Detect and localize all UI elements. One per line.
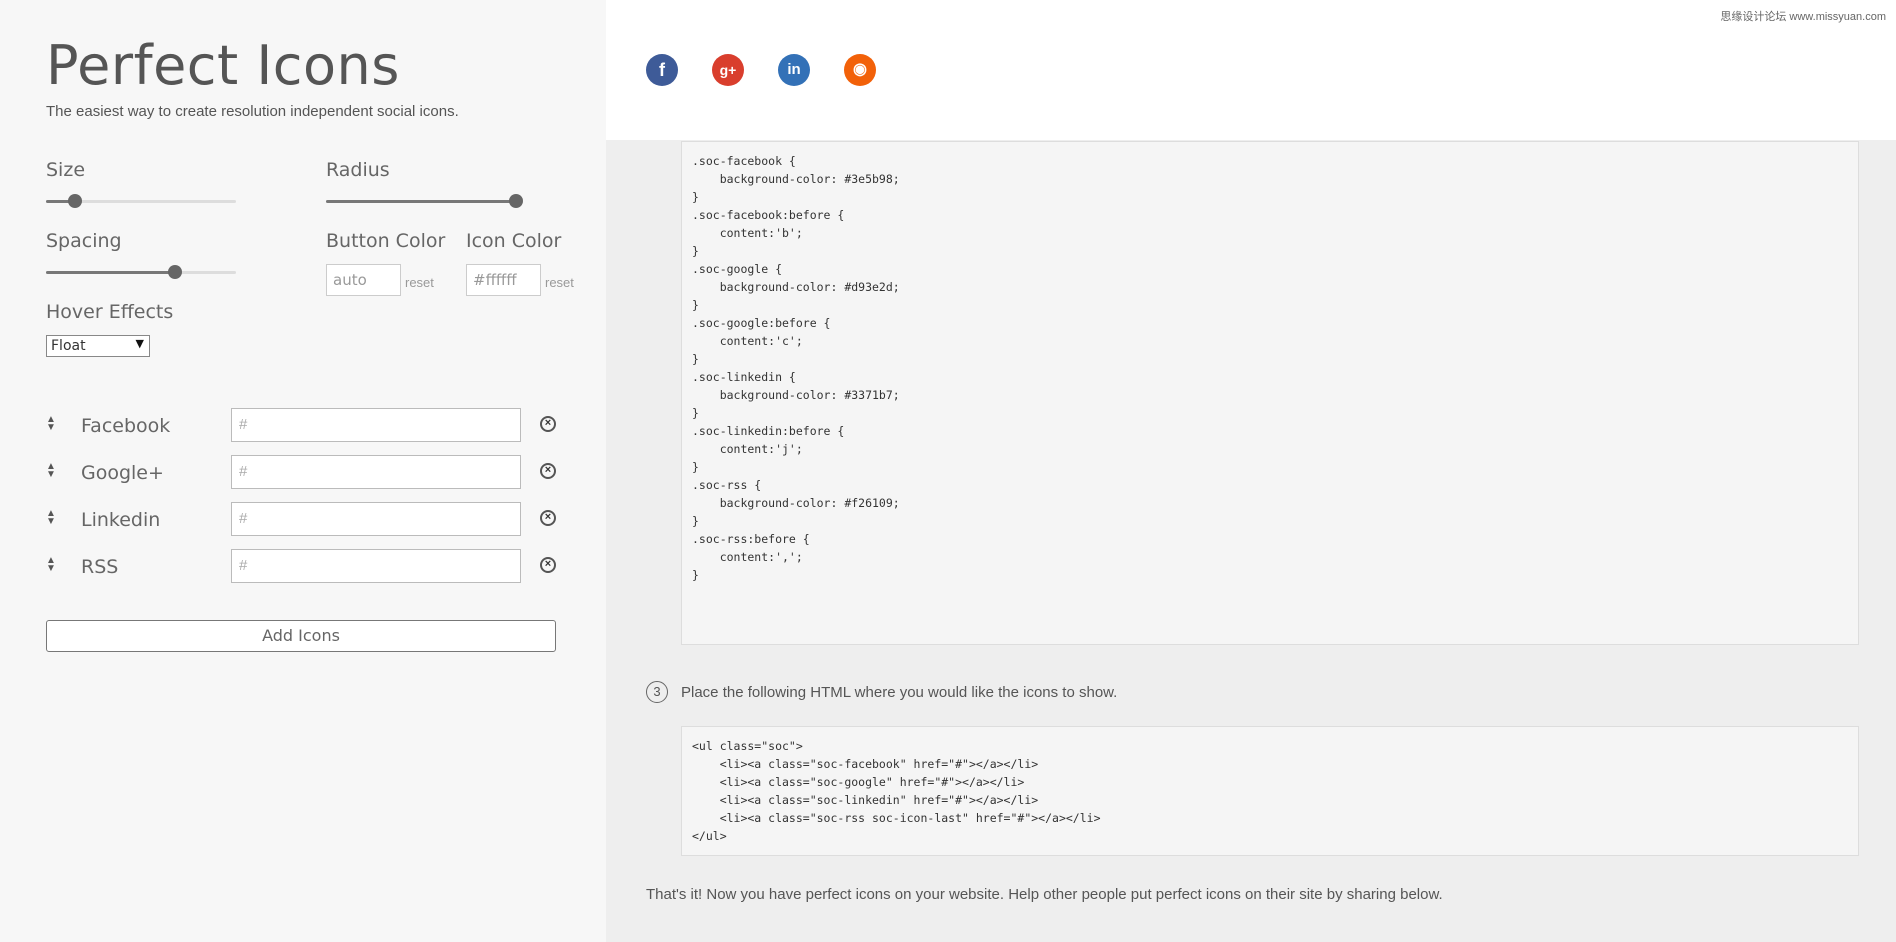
settings-panel: Perfect Icons The easiest way to create … — [0, 0, 606, 942]
icon-color-input[interactable]: #ffffff — [466, 264, 541, 296]
icon-color-label: Icon Color — [466, 230, 562, 252]
button-color-label: Button Color — [326, 230, 446, 252]
network-name-rss: RSS — [81, 556, 119, 578]
html-code-block[interactable]: <ul class="soc"> <li><a class="soc-faceb… — [681, 726, 1859, 856]
icon-color-reset-link[interactable]: reset — [545, 275, 574, 290]
page-subtitle: The easiest way to create resolution ind… — [46, 103, 459, 120]
button-color-reset-link[interactable]: reset — [405, 275, 434, 290]
radius-slider-handle[interactable] — [509, 194, 523, 208]
hover-effects-select[interactable]: Float ▼ — [46, 335, 150, 357]
spacing-slider[interactable] — [46, 265, 236, 279]
sort-handle-icon[interactable]: ▲ ▼ — [46, 462, 58, 480]
linkedin-url-input[interactable]: # — [231, 502, 521, 536]
sort-handle-icon[interactable]: ▲ ▼ — [46, 509, 58, 527]
remove-linkedin-icon[interactable]: × — [540, 510, 556, 526]
spacing-label: Spacing — [46, 230, 122, 252]
rss-url-input[interactable]: # — [231, 549, 521, 583]
network-name-google: Google+ — [81, 462, 164, 484]
radius-label: Radius — [326, 159, 390, 181]
remove-facebook-icon[interactable]: × — [540, 416, 556, 432]
hover-effects-selected: Float — [51, 338, 86, 354]
css-code-block[interactable]: .soc-facebook { background-color: #3e5b9… — [681, 141, 1859, 645]
sort-handle-icon[interactable]: ▲ ▼ — [46, 556, 58, 574]
spacing-slider-handle[interactable] — [168, 265, 183, 279]
watermark: 思缘设计论坛 www.missyuan.com — [1720, 11, 1886, 23]
button-color-input[interactable]: auto — [326, 264, 401, 296]
google-url-input[interactable]: # — [231, 455, 521, 489]
size-slider-handle[interactable] — [67, 194, 82, 208]
step-instruction: Place the following HTML where you would… — [681, 684, 1118, 701]
icon-preview-area: f g+ in ◉ 思缘设计论坛 www.missyuan.com — [606, 0, 1896, 140]
page-title: Perfect Icons — [46, 34, 400, 97]
network-name-facebook: Facebook — [81, 415, 171, 437]
spacing-slider-fill — [46, 271, 176, 274]
remove-google-icon[interactable]: × — [540, 463, 556, 479]
closing-message: That's it! Now you have perfect icons on… — [646, 886, 1443, 903]
size-label: Size — [46, 159, 86, 181]
radius-slider[interactable] — [326, 194, 523, 208]
facebook-icon[interactable]: f — [646, 54, 678, 86]
google-plus-icon[interactable]: g+ — [712, 54, 744, 86]
add-icons-button[interactable]: Add Icons — [46, 620, 556, 652]
rss-icon[interactable]: ◉ — [844, 54, 876, 86]
size-slider[interactable] — [46, 194, 236, 208]
sort-handle-icon[interactable]: ▲ ▼ — [46, 415, 58, 433]
facebook-url-input[interactable]: # — [231, 408, 521, 442]
linkedin-icon[interactable]: in — [778, 54, 810, 86]
network-name-linkedin: Linkedin — [81, 509, 161, 531]
radius-slider-fill — [326, 200, 516, 203]
hover-effects-label: Hover Effects — [46, 301, 174, 323]
remove-rss-icon[interactable]: × — [540, 557, 556, 573]
step-number: 3 — [646, 681, 668, 703]
dropdown-arrow-icon: ▼ — [135, 337, 144, 350]
